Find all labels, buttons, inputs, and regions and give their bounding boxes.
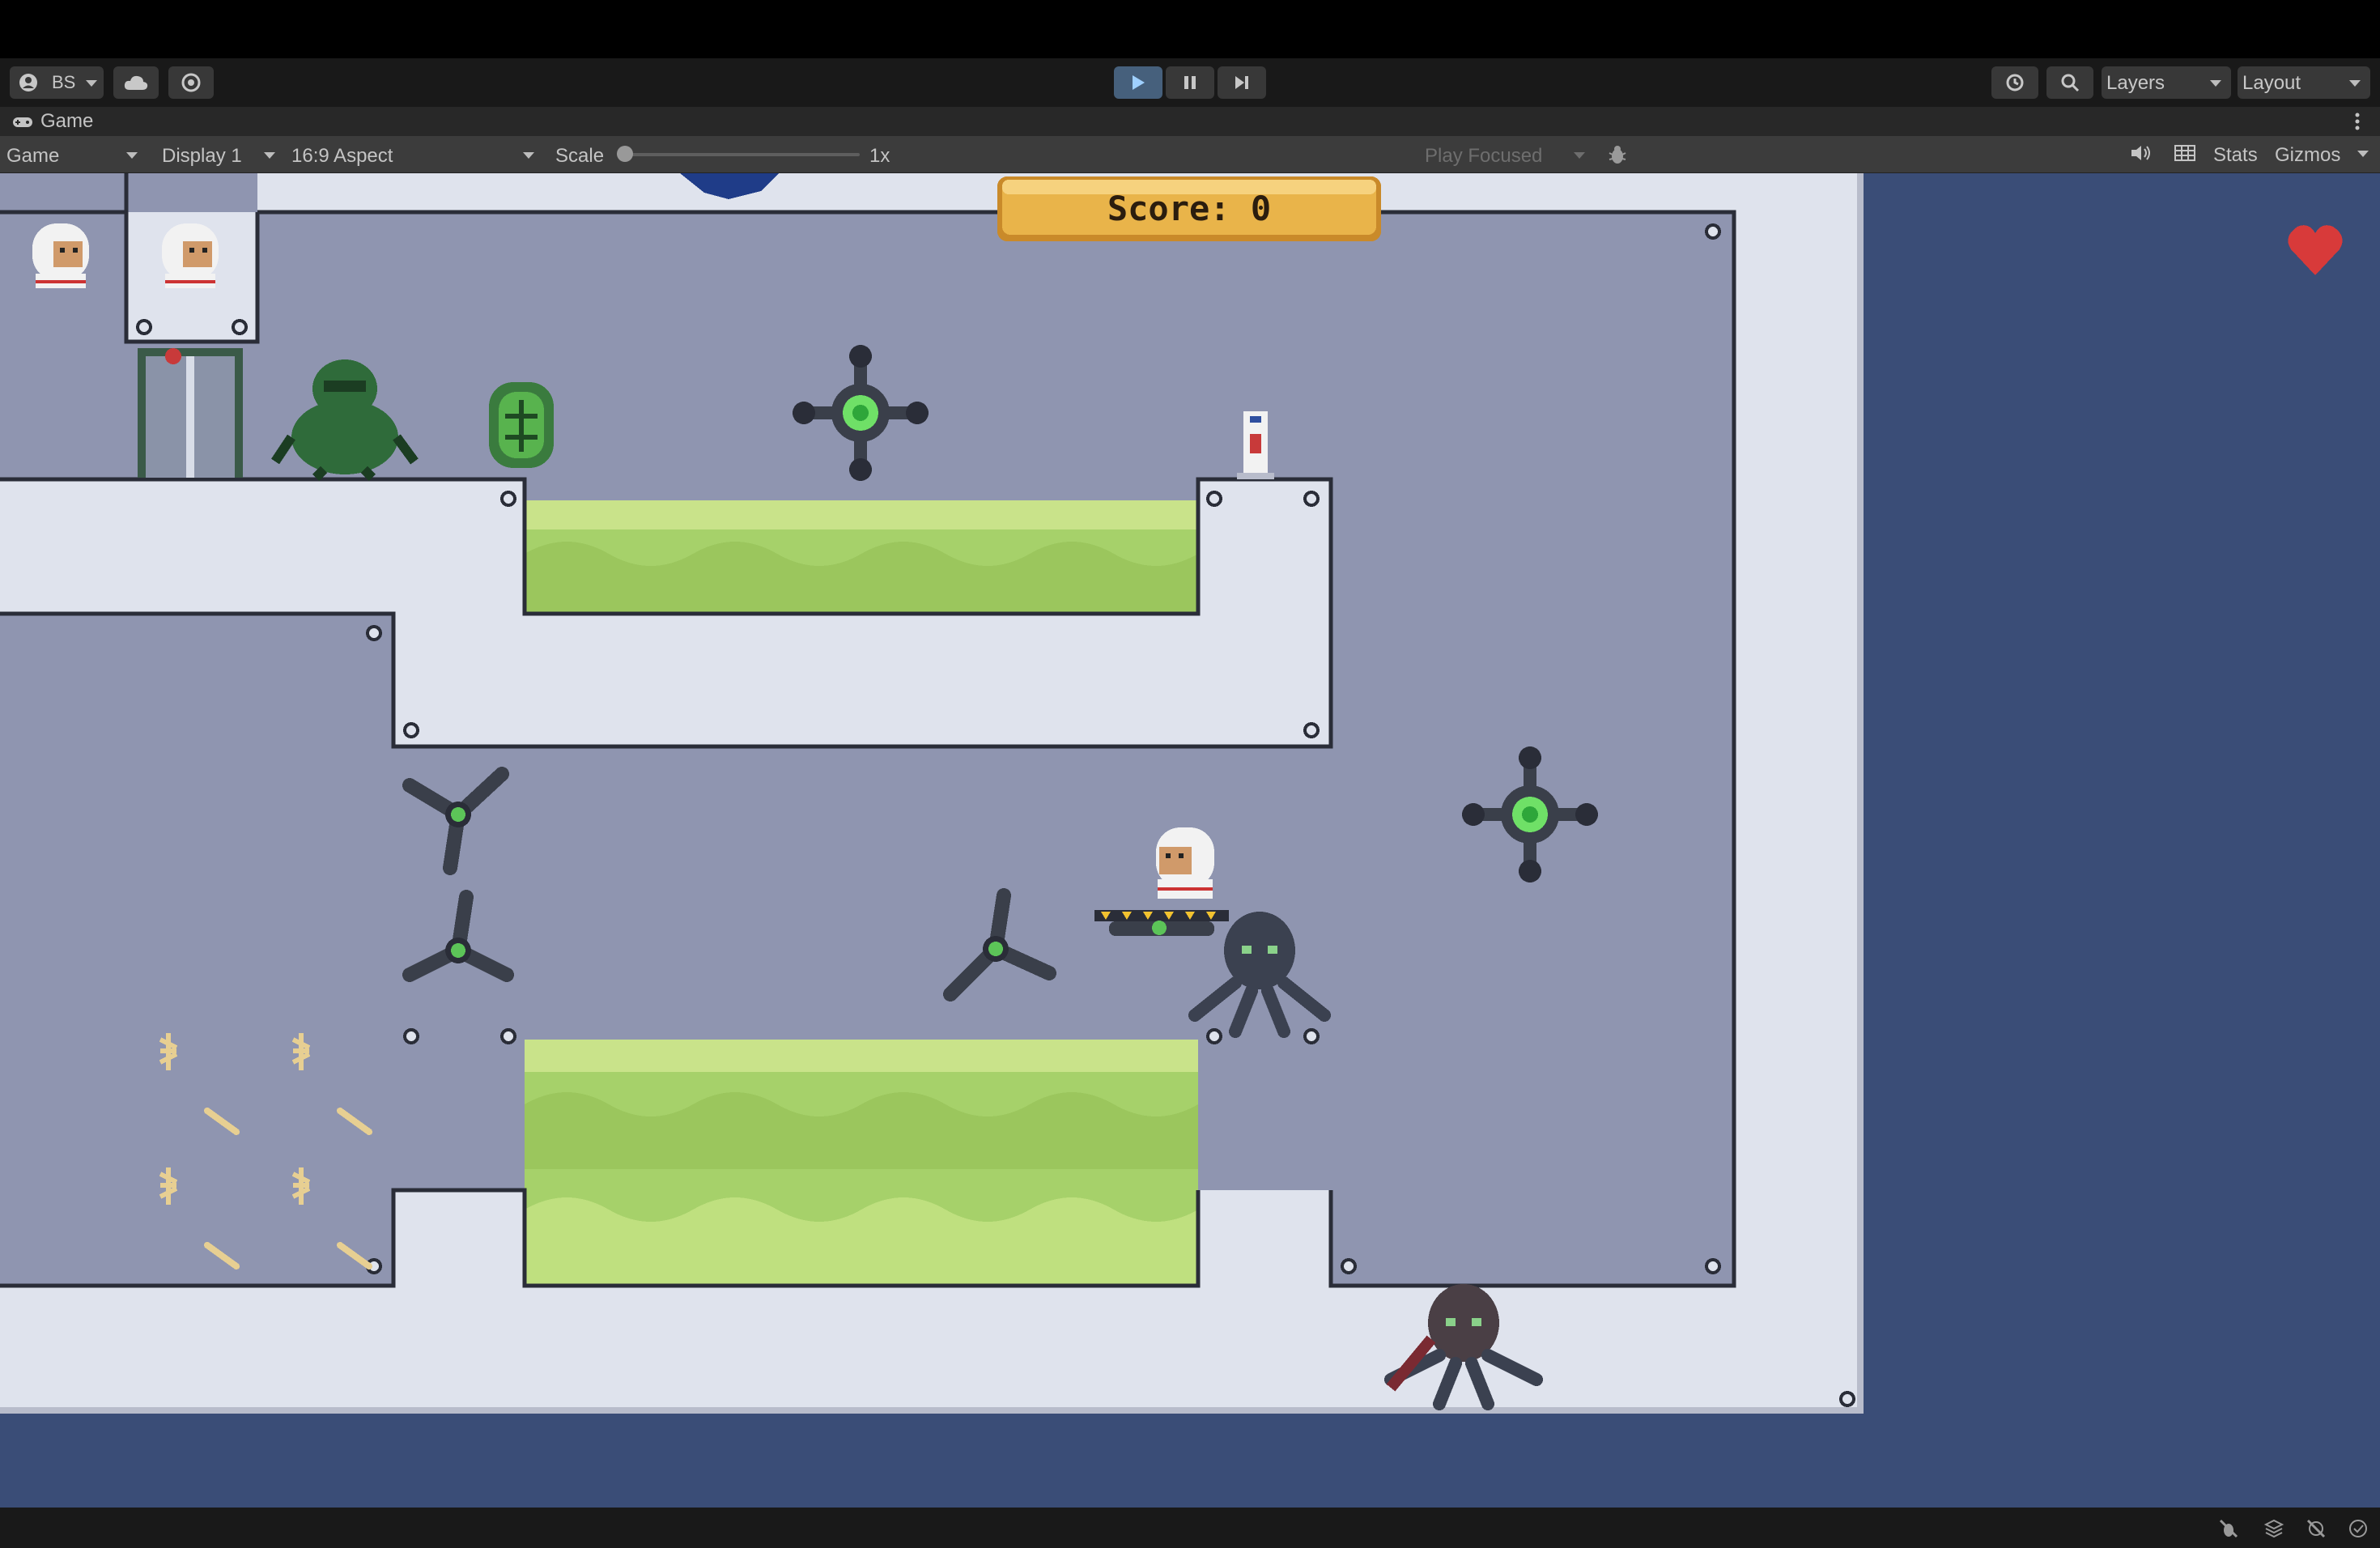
exit-door [138, 348, 243, 478]
undo-history-button[interactable] [1991, 66, 2038, 99]
chevron-down-icon [264, 152, 275, 159]
speaker-icon [2131, 146, 2150, 160]
pause-icon [1184, 76, 1196, 89]
account-label: BS [52, 72, 76, 92]
view-select[interactable]: Game [0, 139, 146, 170]
chevron-down-icon [2210, 80, 2221, 87]
shield-pickup [489, 382, 554, 468]
tab-game[interactable]: Game [0, 107, 113, 136]
window-tab-bar: Game [0, 107, 2380, 136]
main-toolbar: BS Layers Layout [0, 58, 2380, 107]
gamepad-icon [13, 117, 32, 127]
game-view[interactable]: Score: 0 [0, 173, 2380, 1508]
gizmos-button[interactable]: Gizmos [2275, 144, 2340, 167]
lower-right-pillar [1198, 1190, 1331, 1286]
chevron-down-icon [2349, 80, 2361, 87]
window-title-area [0, 0, 2380, 58]
tab-game-label: Game [40, 110, 94, 132]
account-dropdown[interactable]: BS [10, 66, 104, 99]
debug-button[interactable] [1601, 141, 1634, 168]
cloud-button[interactable] [113, 66, 159, 99]
account-icon [19, 74, 37, 91]
layers-label: Layers [2106, 72, 2165, 94]
astronaut-life-1 [32, 223, 89, 288]
display-select[interactable]: Display 1 [154, 139, 283, 170]
player-astronaut [1156, 827, 1214, 899]
chevron-down-icon [86, 80, 97, 87]
step-icon [1235, 76, 1248, 89]
astronaut-life-2 [162, 223, 219, 288]
visibility-off-icon[interactable] [2306, 1518, 2327, 1539]
gear-icon [181, 73, 201, 92]
history-icon [2006, 74, 2024, 91]
chevron-down-icon [126, 152, 138, 159]
hoverboard [1094, 910, 1229, 936]
play-focus-select[interactable]: Play Focused [1418, 139, 1593, 170]
layout-label: Layout [2242, 72, 2301, 94]
step-button[interactable] [1218, 66, 1266, 99]
play-button[interactable] [1114, 66, 1162, 99]
scale-value: 1x [869, 145, 890, 167]
view-select-label: Game [6, 145, 60, 167]
audio-toggle[interactable] [2129, 142, 2157, 167]
search-icon [2061, 74, 2080, 92]
scale-slider-track [617, 153, 860, 156]
play-focus-label: Play Focused [1425, 145, 1543, 167]
search-button[interactable] [2046, 66, 2093, 99]
scale-label: Scale [555, 145, 605, 167]
level-wall-edge [1857, 173, 1864, 1414]
bug-icon [1609, 146, 1626, 164]
cloud-icon [124, 75, 148, 90]
aspect-select[interactable]: 16:9 Aspect [287, 139, 542, 170]
game-canvas[interactable]: Score: 0 [0, 173, 2380, 1508]
corridor-wall-right [1196, 479, 1331, 746]
corridor-wall [0, 479, 525, 614]
collab-settings-button[interactable] [168, 66, 214, 99]
debug-mode-icon[interactable] [2218, 1518, 2239, 1539]
stats-button[interactable]: Stats [2213, 144, 2258, 167]
game-view-controlbar: Game Display 1 16:9 Aspect Scale 1x Play… [0, 136, 2380, 173]
more-vertical-icon [2355, 113, 2360, 130]
play-icon [1133, 75, 1145, 90]
lower-left-pillar [393, 1190, 525, 1286]
scale-slider[interactable] [617, 146, 860, 162]
aspect-grid-toggle[interactable] [2173, 142, 2200, 167]
score-text: Score: 0 [1107, 189, 1271, 228]
scale-slider-thumb[interactable] [617, 146, 633, 162]
aspect-select-label: 16:9 Aspect [291, 145, 393, 167]
display-select-label: Display 1 [162, 145, 242, 167]
unity-editor-window: BS Layers Layout Game Game Display 1 16:… [0, 0, 2380, 1548]
tab-menu-button[interactable] [2348, 110, 2367, 133]
chevron-down-icon [523, 152, 534, 159]
layout-dropdown[interactable]: Layout [2238, 66, 2370, 99]
heart-icon [2288, 225, 2343, 275]
chevron-down-icon[interactable] [2357, 151, 2369, 157]
corridor-wall-lower [393, 614, 1332, 746]
bottom-left-room [0, 614, 393, 1286]
grid-icon [2174, 145, 2195, 161]
status-bar [0, 1508, 2380, 1548]
chevron-down-icon [1574, 152, 1585, 159]
layers-stack-icon[interactable] [2263, 1518, 2284, 1539]
layers-dropdown[interactable]: Layers [2102, 66, 2231, 99]
pause-button[interactable] [1166, 66, 1214, 99]
check-circle-icon[interactable] [2348, 1518, 2369, 1539]
